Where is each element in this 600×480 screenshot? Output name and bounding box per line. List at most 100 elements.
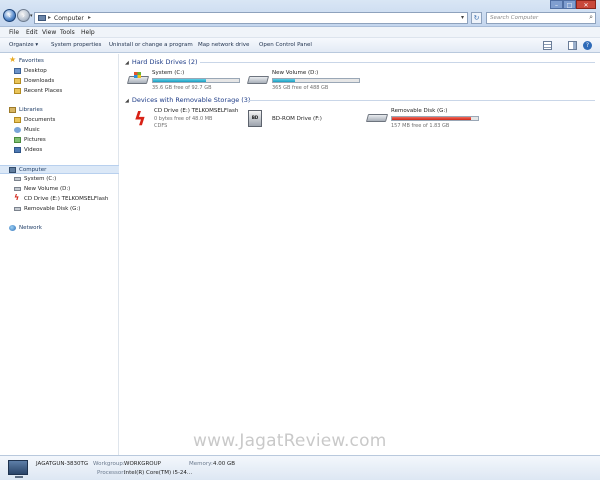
removable-group-title: Devices with Removable Storage (3): [131, 96, 251, 104]
help-icon[interactable]: ?: [583, 41, 592, 50]
computer-name: JAGATGUN-3830TG: [36, 461, 89, 467]
hard-drive-icon: [246, 76, 270, 84]
menu-help[interactable]: Help: [81, 29, 95, 36]
address-bar[interactable]: ▸ Computer ▸ ▾: [34, 12, 468, 24]
drive-usage-fill: [273, 79, 295, 82]
nav-cd-drive-e[interactable]: ϟ CD Drive (E:) TELKOMSELFlash: [0, 193, 119, 204]
drive-filesystem: CDFS: [154, 123, 168, 129]
drive-name: BD-ROM Drive (F:): [272, 116, 322, 122]
drive-usage-bar: [272, 78, 360, 83]
drive-bd-rom-f[interactable]: BD BD-ROM Drive (F:): [248, 108, 368, 138]
nav-recent-places[interactable]: Recent Places: [0, 87, 119, 96]
menu-edit[interactable]: Edit: [26, 29, 38, 36]
nav-favorites[interactable]: ★ Favorites: [0, 55, 119, 66]
star-icon: ★: [9, 55, 17, 64]
collapse-triangle-icon[interactable]: ◢: [125, 60, 129, 66]
content-pane: ◢ Hard Disk Drives (2) System (C:) 35.6 G…: [120, 54, 600, 455]
workgroup-label: Workgroup:: [93, 461, 125, 467]
drive-free-space: 0 bytes free of 48.0 MB: [154, 116, 213, 122]
address-dropdown-icon[interactable]: ▾: [461, 14, 464, 21]
nav-system-c[interactable]: System (C:): [0, 175, 119, 184]
removable-disk-icon: [365, 114, 389, 122]
drive-name: System (C:): [152, 70, 185, 76]
drive-free-space: 157 MB free of 1.83 GB: [391, 123, 450, 129]
search-placeholder: Search Computer: [490, 15, 539, 21]
uninstall-program-button[interactable]: Uninstall or change a program: [109, 42, 193, 48]
forward-button[interactable]: ›: [17, 9, 30, 22]
hard-drive-icon: [14, 187, 21, 191]
menu-file[interactable]: File: [9, 29, 19, 36]
hdd-group-header[interactable]: ◢ Hard Disk Drives (2): [125, 58, 198, 66]
computer-icon: [9, 167, 16, 173]
group-divider: [247, 100, 595, 101]
nav-videos[interactable]: Videos: [0, 146, 119, 155]
nav-downloads[interactable]: Downloads: [0, 77, 119, 86]
nav-label: New Volume (D:): [24, 186, 71, 192]
menu-tools[interactable]: Tools: [60, 29, 75, 36]
nav-desktop[interactable]: Desktop: [0, 67, 119, 76]
preview-pane-icon[interactable]: [568, 41, 577, 50]
drive-cd-e[interactable]: ϟ CD Drive (E:) TELKOMSELFlash 0 bytes f…: [130, 108, 250, 138]
nav-label: Downloads: [24, 78, 55, 84]
removable-group-header[interactable]: ◢ Devices with Removable Storage (3): [125, 96, 250, 104]
computer-icon: [38, 15, 46, 21]
collapse-triangle-icon[interactable]: ◢: [125, 98, 129, 104]
drive-name: Removable Disk (G:): [391, 108, 448, 114]
memory-label: Memory:: [189, 461, 213, 467]
nav-label: Favorites: [19, 58, 44, 64]
map-network-drive-button[interactable]: Map network drive: [198, 42, 249, 48]
group-divider: [200, 62, 595, 63]
navigation-pane: ★ Favorites Desktop Downloads Recent Pla…: [0, 54, 119, 455]
drive-removable-g[interactable]: Removable Disk (G:) 157 MB free of 1.83 …: [365, 108, 487, 138]
workgroup-value: WORKGROUP: [124, 461, 161, 467]
open-control-panel-button[interactable]: Open Control Panel: [259, 42, 312, 48]
drive-usage-bar: [152, 78, 240, 83]
nav-label: Pictures: [24, 137, 46, 143]
pictures-icon: [14, 137, 21, 143]
drive-free-space: 365 GB free of 488 GB: [272, 85, 329, 91]
nav-label: System (C:): [24, 176, 57, 182]
search-input[interactable]: Search Computer ⌕: [486, 12, 596, 24]
drive-name: New Volume (D:): [272, 70, 319, 76]
drive-name: CD Drive (E:) TELKOMSELFlash: [154, 108, 239, 114]
menu-view[interactable]: View: [42, 29, 56, 36]
refresh-button[interactable]: ↻: [471, 12, 482, 24]
telkomsel-flash-icon: ϟ: [14, 193, 20, 202]
nav-music[interactable]: Music: [0, 126, 119, 135]
breadcrumb-computer[interactable]: Computer: [54, 15, 84, 22]
nav-label: Libraries: [19, 107, 43, 113]
system-properties-button[interactable]: System properties: [51, 42, 101, 48]
breadcrumb-chevron-icon[interactable]: ▸: [88, 14, 91, 21]
organize-button[interactable]: Organize ▾: [9, 42, 38, 48]
menu-bar: File Edit View Tools Help: [0, 27, 600, 38]
breadcrumb-separator-icon[interactable]: ▸: [48, 14, 51, 21]
nav-label: Music: [24, 127, 40, 133]
nav-network[interactable]: Network: [0, 224, 119, 233]
watermark-text: www.JagatReview.com: [193, 431, 387, 451]
change-view-icon[interactable]: [543, 41, 552, 50]
command-bar: Organize ▾ System properties Uninstall o…: [0, 38, 600, 53]
nav-label: Computer: [19, 167, 47, 173]
window-title-bar: ‹ › ▾ ▸ Computer ▸ ▾ ↻ Search Computer ⌕…: [0, 0, 600, 27]
nav-label: Network: [19, 225, 42, 231]
nav-removable-g[interactable]: Removable Disk (G:): [0, 205, 119, 214]
drive-new-volume-d[interactable]: New Volume (D:) 365 GB free of 488 GB: [246, 70, 368, 100]
hard-drive-icon: [14, 177, 21, 181]
nav-documents[interactable]: Documents: [0, 116, 119, 125]
memory-value: 4.00 GB: [213, 461, 236, 467]
back-button[interactable]: ‹: [3, 9, 16, 22]
search-icon[interactable]: ⌕: [589, 13, 593, 22]
nav-pictures[interactable]: Pictures: [0, 136, 119, 145]
maximize-button[interactable]: □: [563, 0, 576, 9]
nav-label: Desktop: [24, 68, 47, 74]
details-pane: JAGATGUN-3830TG Workgroup: WORKGROUP Mem…: [0, 455, 600, 480]
window-controls: – □ ✕: [550, 0, 596, 9]
nav-label: Recent Places: [24, 88, 63, 94]
close-button[interactable]: ✕: [576, 0, 596, 9]
bd-rom-drive-icon: BD: [248, 110, 262, 127]
recent-pages-dropdown-icon[interactable]: ▾: [30, 13, 33, 19]
minimize-button[interactable]: –: [550, 0, 563, 9]
nav-libraries[interactable]: Libraries: [0, 106, 119, 115]
network-icon: [9, 225, 16, 231]
nav-computer[interactable]: Computer: [0, 165, 119, 174]
